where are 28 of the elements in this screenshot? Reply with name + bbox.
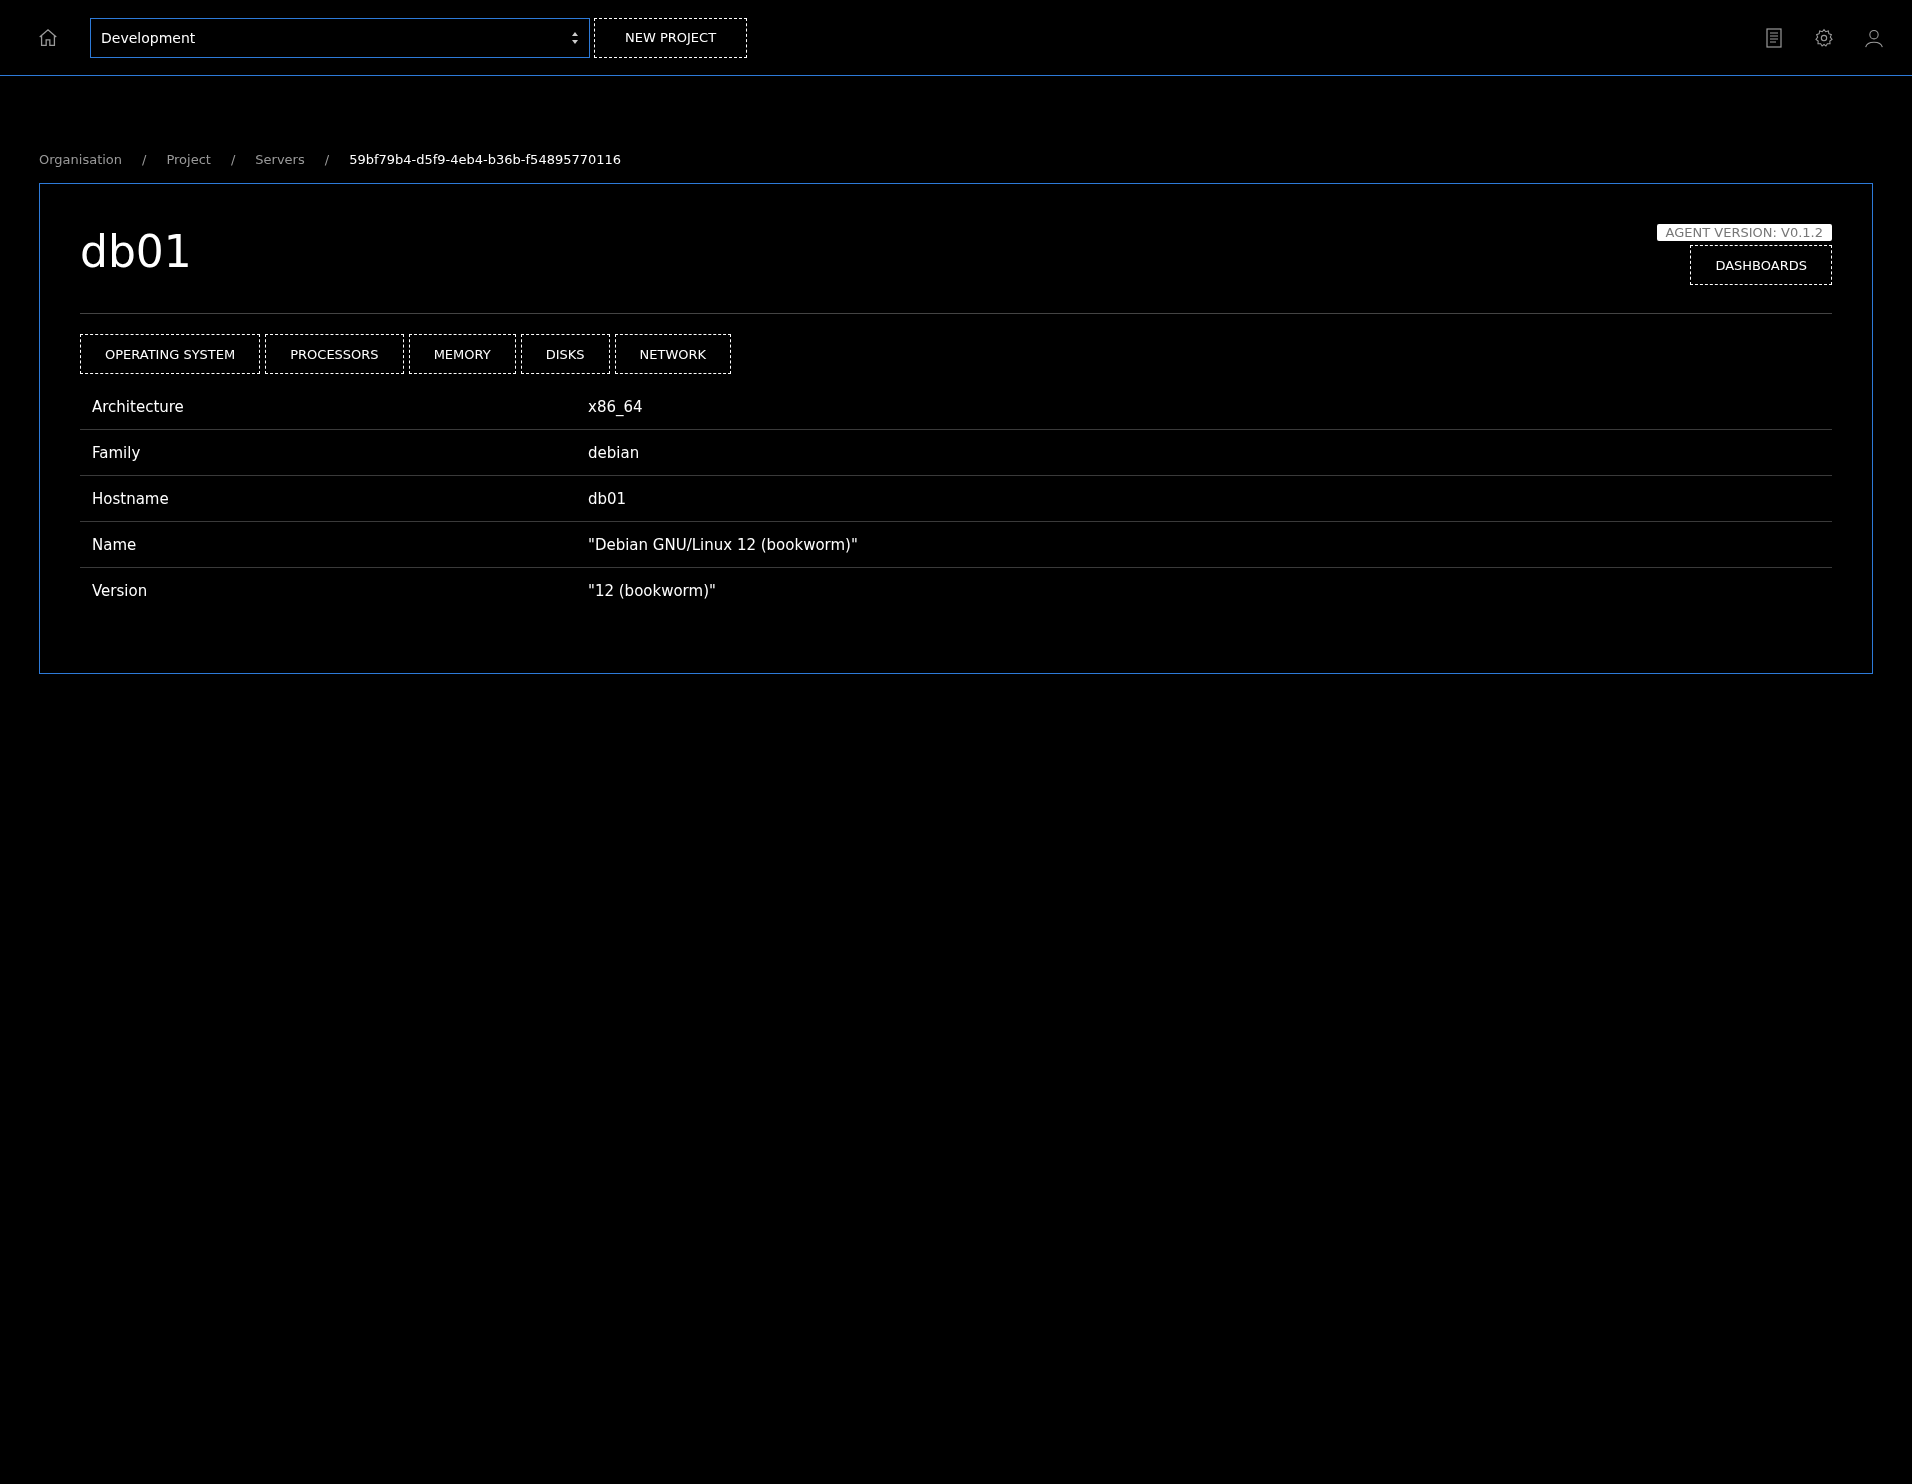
tab[interactable]: PROCESSORS [265,334,404,374]
new-project-button[interactable]: NEW PROJECT [594,17,748,58]
agent-version-badge: AGENT VERSION: V0.1.2 [1656,224,1832,241]
property-value: db01 [588,489,628,508]
breadcrumb-separator: / [230,152,236,167]
tab[interactable]: OPERATING SYSTEM [80,334,261,374]
tab[interactable]: MEMORY [408,334,516,374]
breadcrumb-link[interactable]: Organisation [39,152,123,167]
property-value: debian [588,443,641,462]
property-name: Hostname [92,489,170,508]
breadcrumb-link[interactable]: Servers [255,152,305,167]
breadcrumb-separator: / [142,152,147,167]
breadcrumb-link[interactable]: Project [166,152,211,167]
dashboards-button[interactable]: DASHBOARDS [1690,245,1832,285]
server-title: db01 [80,226,192,279]
property-value: x86_64 [588,397,644,416]
tab[interactable]: DISKS [520,334,610,374]
property-name: Family [92,443,142,462]
breadcrumb-separator: / [324,152,330,167]
property-name: Name [92,535,138,554]
breadcrumb-link[interactable]: 59bf79b4-d5f9-4eb4-b36b-f54895770116 [349,152,622,167]
property-name: Version [92,581,149,600]
property-name: Architecture [92,397,185,416]
property-value: "12 (bookworm)" [588,581,717,600]
sort-arrows-icon [571,30,579,45]
property-value: "Debian GNU/Linux 12 (bookworm)" [588,535,859,554]
project-select[interactable]: Development [90,17,590,58]
tab[interactable]: NETWORK [614,334,732,374]
